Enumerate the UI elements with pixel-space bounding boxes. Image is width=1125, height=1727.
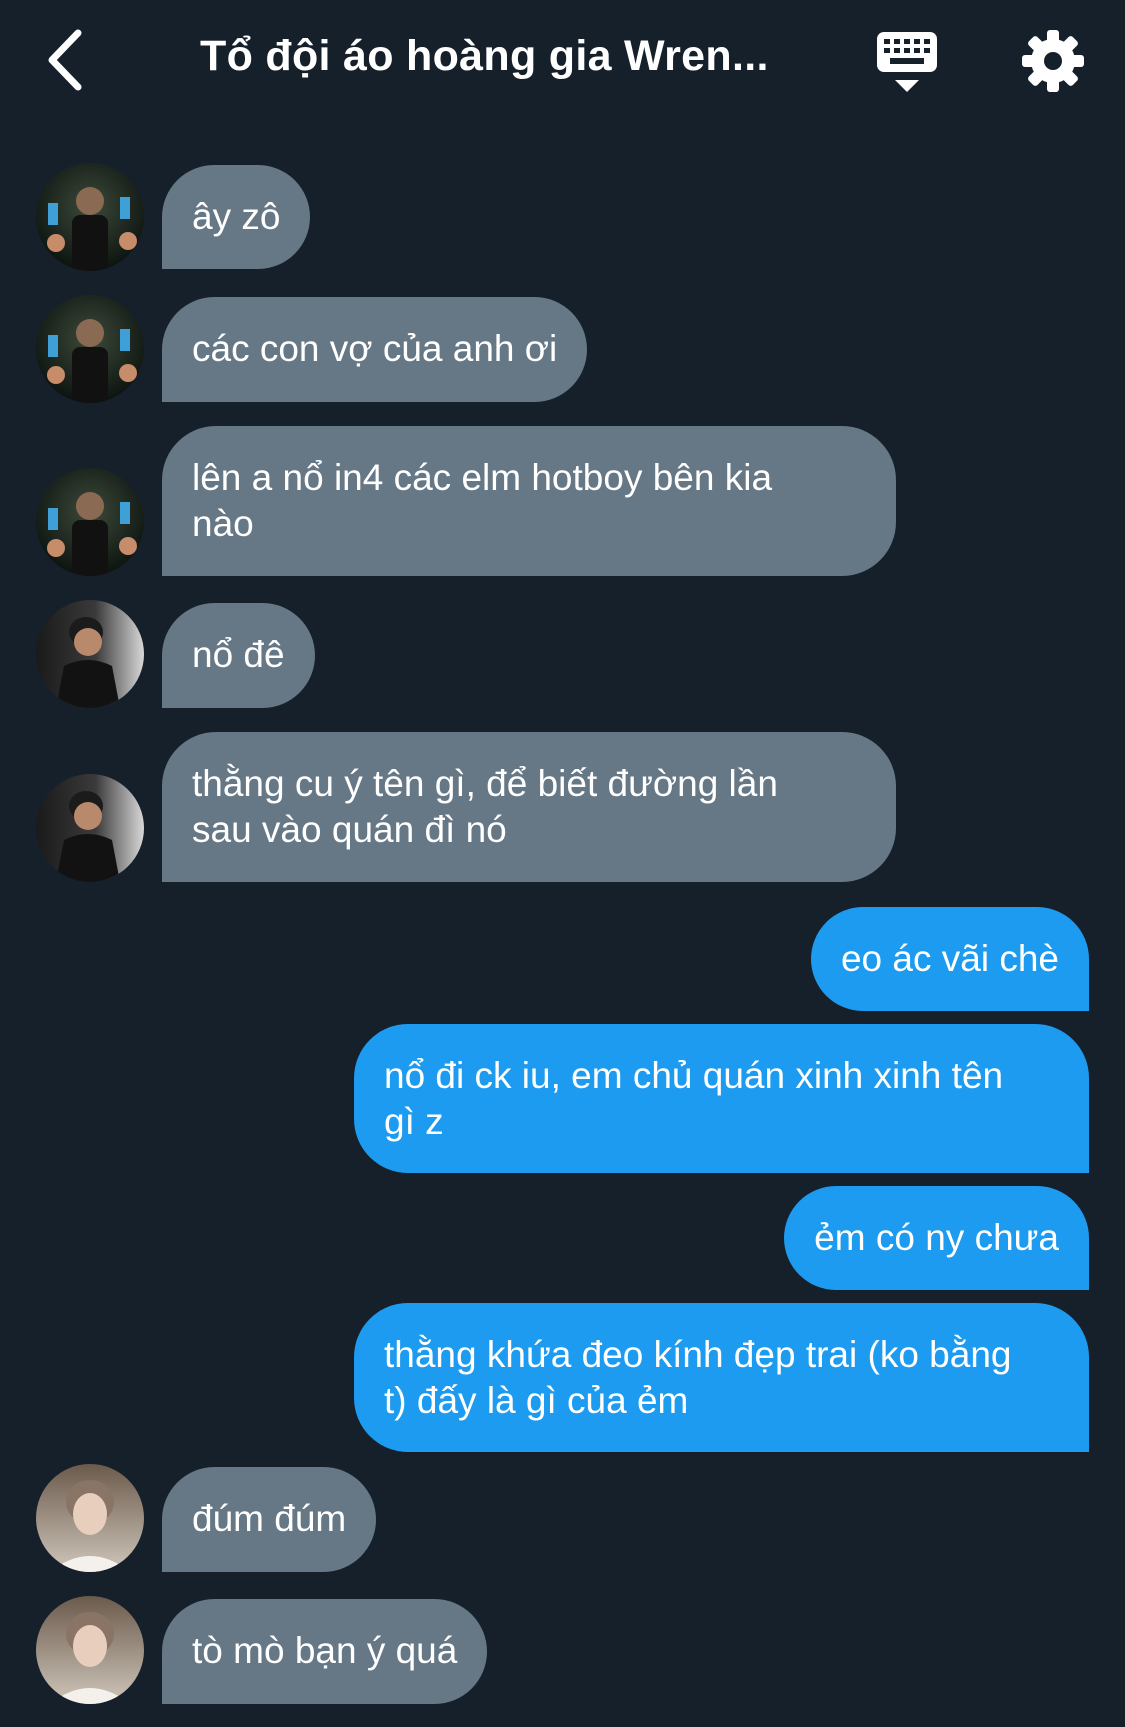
message-row: eo ác vãi chè [0, 907, 1125, 1011]
message-line: thằng cu ý tên gì, để biết đường lần [192, 763, 778, 804]
message-line: thằng khứa đeo kính đẹp trai (ko bằng [384, 1334, 1012, 1375]
message-row: tò mò bạn ý quá [0, 1596, 1125, 1704]
chat-title[interactable]: Tổ đội áo hoàng gia Wren... [200, 32, 800, 81]
message-row: nổ đê [0, 600, 1125, 708]
avatar[interactable] [36, 600, 144, 708]
back-button[interactable] [40, 25, 100, 95]
incoming-message-bubble[interactable]: ây zô [162, 165, 311, 269]
incoming-message-bubble[interactable]: đúm đúm [162, 1467, 377, 1572]
outgoing-message-bubble[interactable]: nổ đi ck iu, em chủ quán xinh xinh tên g… [354, 1024, 1089, 1173]
avatar[interactable] [36, 1596, 144, 1704]
message-line: sau vào quán đì nó [192, 809, 507, 850]
avatar[interactable] [36, 468, 144, 576]
outgoing-message-bubble[interactable]: ẻm có ny chưa [784, 1186, 1089, 1290]
message-row: ây zô [0, 163, 1125, 271]
message-line: lên a nổ in4 các elm hotboy bên kia [192, 457, 773, 498]
outgoing-message-bubble[interactable]: eo ác vãi chè [810, 907, 1089, 1011]
incoming-message-bubble[interactable]: tò mò bạn ý quá [162, 1599, 488, 1704]
message-line: t) đấy là gì của ẻm [384, 1380, 689, 1421]
message-row: đúm đúm [0, 1464, 1125, 1572]
message-row: nổ đi ck iu, em chủ quán xinh xinh tên g… [0, 1024, 1125, 1173]
incoming-message-bubble[interactable]: lên a nổ in4 các elm hotboy bên kia nào [162, 426, 896, 576]
incoming-message-bubble[interactable]: các con vợ của anh ơi [162, 297, 588, 402]
incoming-message-bubble[interactable]: nổ đê [162, 603, 315, 708]
chevron-left-icon [48, 29, 82, 91]
settings-button[interactable] [1020, 28, 1086, 94]
avatar[interactable] [36, 1464, 144, 1572]
message-row: thằng khứa đeo kính đẹp trai (ko bằng t)… [0, 1303, 1125, 1452]
message-row: ẻm có ny chưa [0, 1186, 1125, 1290]
avatar[interactable] [36, 774, 144, 882]
keyboard-button[interactable] [875, 28, 941, 98]
message-line: nổ đi ck iu, em chủ quán xinh xinh tên [384, 1055, 1004, 1096]
chat-header: Tổ đội áo hoàng gia Wren... [0, 0, 1125, 130]
incoming-message-bubble[interactable]: thằng cu ý tên gì, để biết đường lần sau… [162, 732, 896, 882]
message-row: các con vợ của anh ơi [0, 295, 1125, 403]
message-line: nào [192, 503, 254, 544]
message-row: lên a nổ in4 các elm hotboy bên kia nào [0, 426, 1125, 576]
message-row: thằng cu ý tên gì, để biết đường lần sau… [0, 732, 1125, 882]
keyboard-icon [877, 32, 937, 92]
message-line: gì z [384, 1101, 444, 1142]
avatar[interactable] [36, 295, 144, 403]
outgoing-message-bubble[interactable]: thằng khứa đeo kính đẹp trai (ko bằng t)… [354, 1303, 1089, 1452]
gear-icon [1022, 30, 1084, 92]
avatar[interactable] [36, 163, 144, 271]
